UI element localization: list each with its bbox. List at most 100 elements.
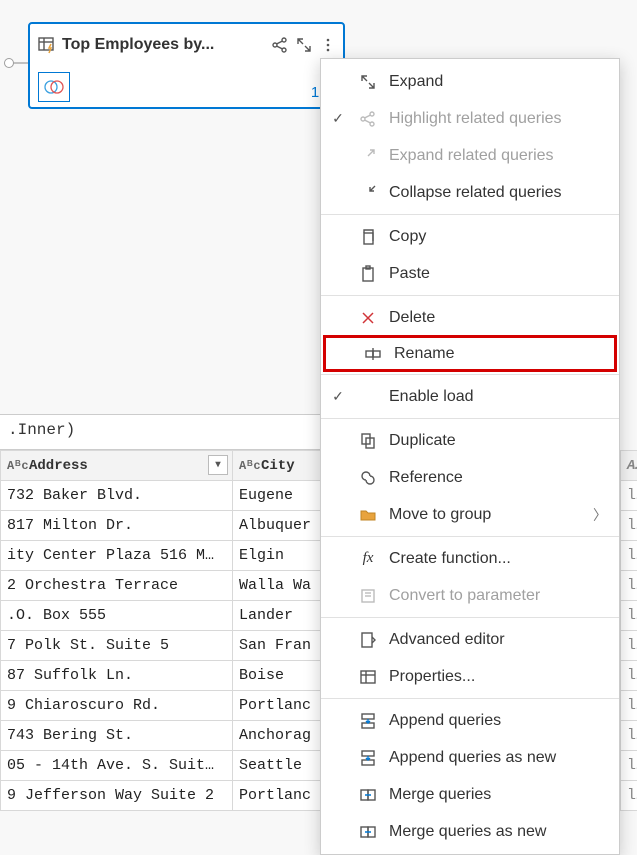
menu-reference[interactable]: Reference bbox=[321, 459, 619, 496]
cell-address[interactable]: 743 Bering St. bbox=[1, 721, 233, 751]
cell-edge: l bbox=[621, 511, 637, 541]
menu-label: Properties... bbox=[389, 668, 607, 686]
cell-address[interactable]: 2 Orchestra Terrace bbox=[1, 571, 233, 601]
menu-separator bbox=[321, 698, 619, 699]
menu-convert-to-parameter[interactable]: Convert to parameter bbox=[321, 577, 619, 614]
editor-icon bbox=[357, 631, 379, 649]
menu-properties[interactable]: Properties... bbox=[321, 658, 619, 695]
fx-icon: fx bbox=[357, 550, 379, 567]
cell-edge: l bbox=[621, 601, 637, 631]
merge-new-icon bbox=[357, 823, 379, 841]
menu-copy[interactable]: Copy bbox=[321, 218, 619, 255]
table-lightning-icon bbox=[38, 36, 56, 54]
menu-duplicate[interactable]: Duplicate bbox=[321, 422, 619, 459]
merge-step-icon[interactable] bbox=[38, 72, 70, 102]
expand-arrows-icon bbox=[357, 73, 379, 91]
menu-label: Enable load bbox=[389, 388, 607, 406]
node-connector-dot bbox=[4, 58, 14, 68]
menu-label: Reference bbox=[389, 469, 607, 487]
menu-label: Advanced editor bbox=[389, 631, 607, 649]
cell-edge: l bbox=[621, 481, 637, 511]
menu-separator bbox=[321, 418, 619, 419]
cell-edge: l bbox=[621, 661, 637, 691]
menu-label: Duplicate bbox=[389, 432, 607, 450]
cell-address[interactable]: 7 Polk St. Suite 5 bbox=[1, 631, 233, 661]
cell-edge: l bbox=[621, 571, 637, 601]
menu-label: Highlight related queries bbox=[389, 110, 607, 128]
menu-advanced-editor[interactable]: Advanced editor bbox=[321, 621, 619, 658]
folder-icon bbox=[357, 506, 379, 524]
menu-label: Delete bbox=[389, 309, 607, 327]
menu-expand-related[interactable]: Expand related queries bbox=[321, 137, 619, 174]
cell-edge: l bbox=[621, 721, 637, 751]
menu-merge-queries-new[interactable]: Merge queries as new bbox=[321, 813, 619, 850]
share-icon[interactable] bbox=[271, 36, 289, 54]
menu-label: Expand related queries bbox=[389, 147, 607, 165]
menu-separator bbox=[321, 374, 619, 375]
query-node-header: Top Employees by... bbox=[30, 24, 343, 66]
menu-label: Convert to parameter bbox=[389, 587, 607, 605]
cell-edge: l bbox=[621, 541, 637, 571]
menu-paste[interactable]: Paste bbox=[321, 255, 619, 292]
column-header-label: Address bbox=[29, 458, 88, 474]
paste-icon bbox=[357, 265, 379, 283]
cell-edge: l bbox=[621, 751, 637, 781]
column-header-edge: A bbox=[621, 451, 637, 481]
append-icon bbox=[357, 712, 379, 730]
chevron-right-icon: 〉 bbox=[593, 505, 607, 525]
menu-label: Copy bbox=[389, 228, 607, 246]
link-icon bbox=[357, 469, 379, 487]
menu-append-queries[interactable]: Append queries bbox=[321, 702, 619, 739]
merge-icon bbox=[357, 786, 379, 804]
menu-label: Paste bbox=[389, 265, 607, 283]
query-node-body bbox=[30, 66, 343, 108]
query-node[interactable]: Top Employees by... 1 st bbox=[28, 22, 345, 109]
menu-label: Collapse related queries bbox=[389, 184, 607, 202]
cell-address[interactable]: ity Center Plaza 516 M… bbox=[1, 541, 233, 571]
cell-address[interactable]: 9 Jefferson Way Suite 2 bbox=[1, 781, 233, 811]
menu-move-to-group[interactable]: Move to group 〉 bbox=[321, 496, 619, 533]
cell-edge: l bbox=[621, 631, 637, 661]
menu-expand[interactable]: Expand bbox=[321, 63, 619, 100]
menu-append-queries-new[interactable]: Append queries as new bbox=[321, 739, 619, 776]
cell-address[interactable]: 9 Chiaroscuro Rd. bbox=[1, 691, 233, 721]
rename-icon bbox=[362, 345, 384, 363]
cell-edge: l bbox=[621, 691, 637, 721]
check-icon: ✓ bbox=[329, 110, 347, 127]
menu-label: Merge queries as new bbox=[389, 823, 607, 841]
cell-address[interactable]: 87 Suffolk Ln. bbox=[1, 661, 233, 691]
menu-label: Append queries bbox=[389, 712, 607, 730]
share-icon bbox=[357, 110, 379, 128]
column-filter-dropdown[interactable]: ▾ bbox=[208, 455, 228, 475]
column-header-address[interactable]: Aᴮc Address ▾ bbox=[1, 451, 233, 481]
menu-merge-queries[interactable]: Merge queries bbox=[321, 776, 619, 813]
query-node-title: Top Employees by... bbox=[62, 36, 265, 54]
cell-address[interactable]: .O. Box 555 bbox=[1, 601, 233, 631]
properties-icon bbox=[357, 668, 379, 686]
delete-x-icon bbox=[357, 309, 379, 327]
menu-separator bbox=[321, 536, 619, 537]
cell-address[interactable]: 817 Milton Dr. bbox=[1, 511, 233, 541]
menu-collapse-related[interactable]: Collapse related queries bbox=[321, 174, 619, 211]
expand-arrows-icon[interactable] bbox=[295, 36, 313, 54]
cell-edge: l bbox=[621, 781, 637, 811]
menu-highlight-related[interactable]: ✓ Highlight related queries bbox=[321, 100, 619, 137]
menu-create-function[interactable]: fx Create function... bbox=[321, 540, 619, 577]
more-vertical-icon[interactable] bbox=[319, 36, 337, 54]
menu-separator bbox=[321, 617, 619, 618]
abc-type-icon: Aᴮc bbox=[7, 459, 25, 473]
cell-address[interactable]: 05 - 14th Ave. S. Suit… bbox=[1, 751, 233, 781]
check-icon: ✓ bbox=[329, 388, 347, 405]
duplicate-icon bbox=[357, 432, 379, 450]
formula-bar-fragment[interactable]: .Inner) bbox=[0, 414, 320, 450]
menu-rename[interactable]: Rename bbox=[323, 335, 617, 372]
copy-icon bbox=[357, 228, 379, 246]
menu-label: Merge queries bbox=[389, 786, 607, 804]
column-header-label: City bbox=[261, 458, 295, 474]
menu-separator bbox=[321, 214, 619, 215]
menu-enable-load[interactable]: ✓ Enable load bbox=[321, 378, 619, 415]
query-context-menu: Expand ✓ Highlight related queries Expan… bbox=[320, 58, 620, 855]
menu-delete[interactable]: Delete bbox=[321, 299, 619, 336]
abc-type-icon: Aᴮc bbox=[239, 459, 257, 473]
cell-address[interactable]: 732 Baker Blvd. bbox=[1, 481, 233, 511]
